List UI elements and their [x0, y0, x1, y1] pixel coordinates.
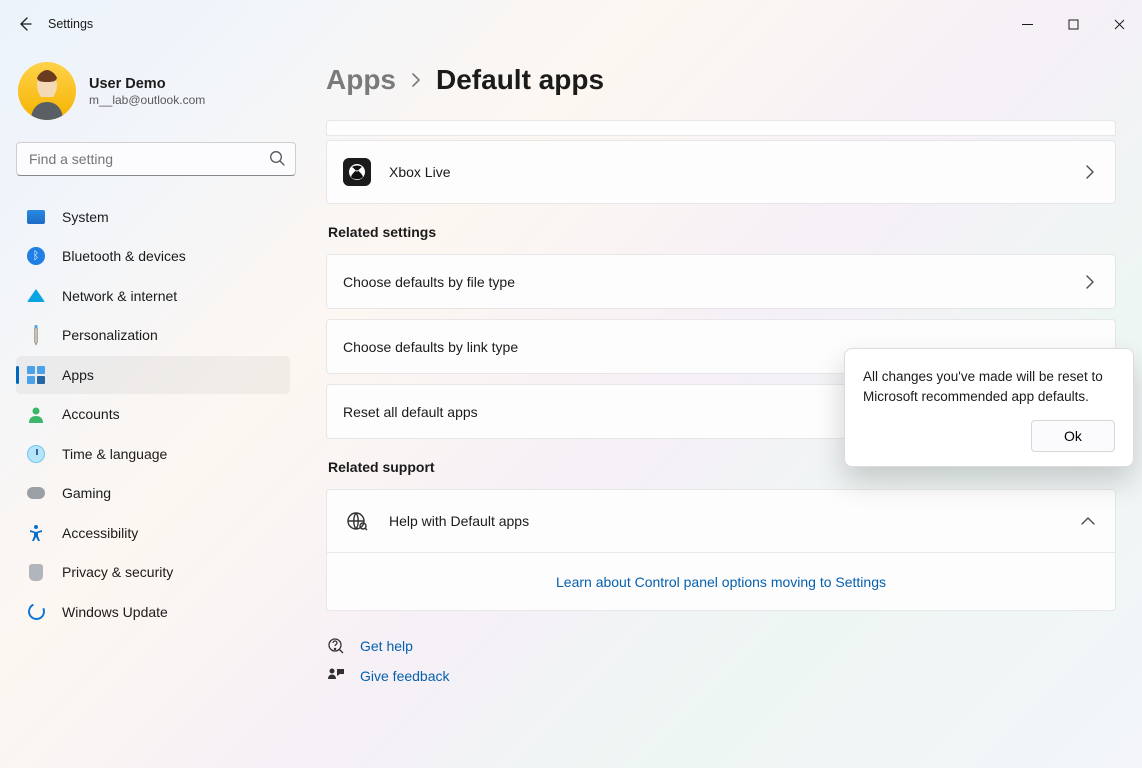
- person-icon: [26, 404, 46, 424]
- nav-update[interactable]: Windows Update: [16, 593, 290, 631]
- display-icon: [26, 207, 46, 227]
- nav-accessibility[interactable]: Accessibility: [16, 514, 290, 552]
- clock-icon: [26, 444, 46, 464]
- breadcrumb: Apps Default apps: [326, 62, 1116, 96]
- window-title: Settings: [48, 17, 93, 31]
- row-label: Help with Default apps: [389, 513, 529, 529]
- xbox-icon: [343, 158, 371, 186]
- chevron-right-icon: [1085, 165, 1095, 179]
- chevron-right-icon: [410, 73, 422, 87]
- nav-label: Accessibility: [62, 525, 138, 541]
- get-help-link[interactable]: Get help: [360, 638, 413, 654]
- nav-label: Gaming: [62, 485, 111, 501]
- sidebar: User Demo m__lab@outlook.com System ᛒ Blu…: [0, 48, 300, 768]
- window-controls: [1004, 8, 1142, 40]
- main-content: Apps Default apps Xbox Live Related sett…: [300, 48, 1142, 768]
- give-feedback-link[interactable]: Give feedback: [360, 668, 450, 684]
- row-label: Reset all default apps: [343, 404, 478, 420]
- help-header-row[interactable]: Help with Default apps: [327, 490, 1115, 552]
- partial-card-above: [326, 120, 1116, 136]
- feedback-icon: [326, 666, 346, 686]
- nav-gaming[interactable]: Gaming: [16, 475, 290, 513]
- nav-apps[interactable]: Apps: [16, 356, 290, 394]
- chevron-right-icon: [1085, 275, 1095, 289]
- nav-label: Apps: [62, 367, 94, 383]
- back-button[interactable]: [6, 5, 44, 43]
- titlebar: Settings: [0, 0, 1142, 48]
- maximize-button[interactable]: [1050, 8, 1096, 40]
- breadcrumb-parent[interactable]: Apps: [326, 64, 396, 96]
- user-name: User Demo: [89, 76, 205, 92]
- shield-icon: [26, 562, 46, 582]
- section-related-settings: Related settings: [328, 224, 1116, 240]
- nav-label: Network & internet: [62, 288, 177, 304]
- nav-list: System ᛒ Bluetooth & devices Network & in…: [16, 198, 290, 631]
- gamepad-icon: [26, 483, 46, 503]
- bluetooth-icon: ᛒ: [26, 246, 46, 266]
- nav-label: Time & language: [62, 446, 167, 462]
- row-label: Choose defaults by link type: [343, 339, 518, 355]
- user-block[interactable]: User Demo m__lab@outlook.com: [16, 62, 290, 120]
- row-label: Xbox Live: [389, 164, 450, 180]
- help-link-row: Learn about Control panel options moving…: [327, 552, 1115, 610]
- user-email: m__lab@outlook.com: [89, 93, 205, 107]
- chevron-up-icon: [1081, 516, 1095, 526]
- row-defaults-by-file-type[interactable]: Choose defaults by file type: [326, 254, 1116, 309]
- search-box[interactable]: [16, 142, 296, 176]
- nav-label: Bluetooth & devices: [62, 248, 186, 264]
- search-input[interactable]: [16, 142, 296, 176]
- update-icon: [26, 602, 46, 622]
- learn-link[interactable]: Learn about Control panel options moving…: [556, 574, 886, 590]
- nav-privacy[interactable]: Privacy & security: [16, 554, 290, 592]
- app-row-xbox[interactable]: Xbox Live: [326, 140, 1116, 204]
- search-icon: [269, 150, 286, 167]
- ok-button[interactable]: Ok: [1031, 420, 1115, 452]
- help-icon: [326, 636, 346, 656]
- dialog-text: All changes you've made will be reset to…: [863, 367, 1115, 406]
- globe-icon: [343, 507, 371, 535]
- nav-label: System: [62, 209, 109, 225]
- nav-system[interactable]: System: [16, 198, 290, 236]
- accessibility-icon: [26, 523, 46, 543]
- wifi-icon: [26, 286, 46, 306]
- nav-label: Privacy & security: [62, 564, 173, 580]
- brush-icon: [22, 321, 50, 349]
- reset-confirmation-flyout: All changes you've made will be reset to…: [844, 348, 1134, 467]
- nav-label: Personalization: [62, 327, 158, 343]
- nav-personalization[interactable]: Personalization: [16, 317, 290, 355]
- row-label: Choose defaults by file type: [343, 274, 515, 290]
- avatar: [18, 62, 76, 120]
- nav-label: Windows Update: [62, 604, 168, 620]
- nav-label: Accounts: [62, 406, 120, 422]
- nav-bluetooth[interactable]: ᛒ Bluetooth & devices: [16, 238, 290, 276]
- footer-links: Get help Give feedback: [326, 631, 1116, 691]
- apps-icon: [26, 365, 46, 385]
- minimize-button[interactable]: [1004, 8, 1050, 40]
- close-button[interactable]: [1096, 8, 1142, 40]
- help-card: Help with Default apps Learn about Contr…: [326, 489, 1116, 611]
- nav-network[interactable]: Network & internet: [16, 277, 290, 315]
- nav-accounts[interactable]: Accounts: [16, 396, 290, 434]
- nav-time[interactable]: Time & language: [16, 435, 290, 473]
- breadcrumb-current: Default apps: [436, 64, 604, 96]
